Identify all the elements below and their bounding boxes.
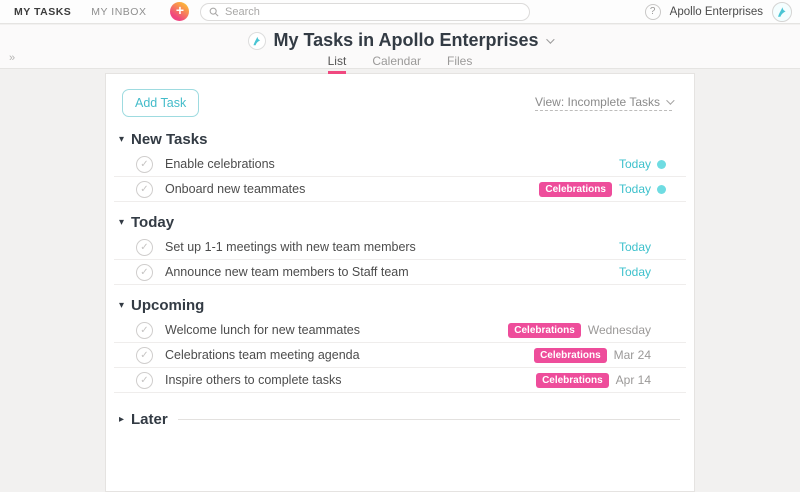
- tag-badge[interactable]: Celebrations: [508, 323, 581, 338]
- section-header[interactable]: ▾ New Tasks: [106, 131, 694, 152]
- project-icon: [248, 32, 266, 50]
- complete-check-icon[interactable]: [136, 156, 153, 173]
- nav-my-tasks[interactable]: MY TASKS: [14, 6, 71, 18]
- add-task-button[interactable]: Add Task: [122, 89, 199, 117]
- section-rows: Set up 1-1 meetings with new team member…: [106, 235, 694, 285]
- task-title[interactable]: Celebrations team meeting agenda: [165, 348, 534, 362]
- workspace-menu[interactable]: Apollo Enterprises: [670, 6, 763, 18]
- add-new-button[interactable]: +: [170, 2, 189, 21]
- tab-list[interactable]: List: [328, 54, 347, 74]
- page-header: My Tasks in Apollo Enterprises List Cale…: [0, 25, 800, 69]
- section-toggle-icon[interactable]: ▾: [119, 134, 131, 145]
- tag-badge[interactable]: Celebrations: [536, 373, 609, 388]
- section-divider: [178, 419, 680, 420]
- section-toggle-icon[interactable]: ▾: [119, 300, 131, 311]
- due-date[interactable]: Today: [619, 157, 651, 171]
- task-section: ▾ Today Set up 1-1 meetings with new tea…: [106, 214, 694, 285]
- help-icon[interactable]: ?: [645, 4, 661, 20]
- section-header[interactable]: ▾ Upcoming: [106, 297, 694, 318]
- section-name: Later: [131, 411, 168, 428]
- task-sections: ▾ New Tasks Enable celebrations Today On…: [106, 131, 694, 432]
- complete-check-icon[interactable]: [136, 264, 153, 281]
- section-name: New Tasks: [131, 131, 207, 148]
- search-icon: [209, 7, 219, 17]
- due-date[interactable]: Wednesday: [588, 323, 651, 337]
- section-name: Today: [131, 214, 174, 231]
- section-header[interactable]: ▾ Today: [106, 214, 694, 235]
- nav-my-inbox[interactable]: MY INBOX: [91, 6, 146, 18]
- complete-check-icon[interactable]: [136, 347, 153, 364]
- view-filter-label: View: Incomplete Tasks: [535, 95, 660, 109]
- new-task-dot: [657, 185, 666, 194]
- tag-badge[interactable]: Celebrations: [534, 348, 607, 363]
- view-tabs: List Calendar Files: [0, 54, 800, 74]
- complete-check-icon[interactable]: [136, 372, 153, 389]
- due-date[interactable]: Today: [619, 240, 651, 254]
- avatar[interactable]: [772, 2, 792, 22]
- unicorn-icon: [250, 34, 264, 48]
- section-header[interactable]: ▸ Later: [106, 405, 694, 432]
- task-title[interactable]: Welcome lunch for new teammates: [165, 323, 508, 337]
- task-section: ▸ Later: [106, 405, 694, 432]
- title-row: My Tasks in Apollo Enterprises: [0, 30, 800, 51]
- task-row[interactable]: Onboard new teammates Celebrations Today: [114, 177, 686, 202]
- complete-check-icon[interactable]: [136, 181, 153, 198]
- task-title[interactable]: Set up 1-1 meetings with new team member…: [165, 240, 619, 254]
- task-title[interactable]: Enable celebrations: [165, 157, 619, 171]
- due-date[interactable]: Mar 24: [614, 348, 651, 362]
- unicorn-icon: [774, 4, 790, 20]
- task-row[interactable]: Enable celebrations Today: [114, 152, 686, 177]
- section-toggle-icon[interactable]: ▾: [119, 217, 131, 228]
- task-row[interactable]: Inspire others to complete tasks Celebra…: [114, 368, 686, 393]
- task-list-card: Add Task View: Incomplete Tasks ▾ New Ta…: [105, 73, 695, 492]
- search-bar[interactable]: [200, 3, 530, 21]
- section-toggle-icon[interactable]: ▸: [119, 414, 131, 425]
- tab-files[interactable]: Files: [447, 54, 472, 74]
- section-name: Upcoming: [131, 297, 204, 314]
- view-filter-dropdown[interactable]: View: Incomplete Tasks: [535, 95, 672, 111]
- chevron-down-icon[interactable]: [546, 35, 554, 43]
- task-row[interactable]: Welcome lunch for new teammates Celebrat…: [114, 318, 686, 343]
- page-title[interactable]: My Tasks in Apollo Enterprises: [273, 30, 538, 51]
- due-date[interactable]: Today: [619, 265, 651, 279]
- task-row[interactable]: Set up 1-1 meetings with new team member…: [114, 235, 686, 260]
- chevron-down-icon: [666, 96, 674, 104]
- task-title[interactable]: Inspire others to complete tasks: [165, 373, 536, 387]
- list-toolbar: Add Task View: Incomplete Tasks: [106, 74, 694, 119]
- complete-check-icon[interactable]: [136, 322, 153, 339]
- task-section: ▾ New Tasks Enable celebrations Today On…: [106, 131, 694, 202]
- complete-check-icon[interactable]: [136, 239, 153, 256]
- section-rows: Enable celebrations Today Onboard new te…: [106, 152, 694, 202]
- section-rows: Welcome lunch for new teammates Celebrat…: [106, 318, 694, 393]
- due-date[interactable]: Apr 14: [616, 373, 651, 387]
- tab-calendar[interactable]: Calendar: [372, 54, 421, 74]
- due-date[interactable]: Today: [619, 182, 651, 196]
- task-row[interactable]: Announce new team members to Staff team …: [114, 260, 686, 285]
- content-area: Add Task View: Incomplete Tasks ▾ New Ta…: [0, 69, 800, 492]
- task-section: ▾ Upcoming Welcome lunch for new teammat…: [106, 297, 694, 393]
- top-nav-bar: MY TASKS MY INBOX + ? Apollo Enterprises: [0, 0, 800, 24]
- search-input[interactable]: [225, 6, 521, 18]
- task-title[interactable]: Announce new team members to Staff team: [165, 265, 619, 279]
- new-task-dot: [657, 160, 666, 169]
- task-title[interactable]: Onboard new teammates: [165, 182, 539, 196]
- nav-right-cluster: ? Apollo Enterprises: [645, 0, 792, 24]
- sidebar-expand-icon[interactable]: »: [9, 52, 15, 64]
- task-row[interactable]: Celebrations team meeting agenda Celebra…: [114, 343, 686, 368]
- tag-badge[interactable]: Celebrations: [539, 182, 612, 197]
